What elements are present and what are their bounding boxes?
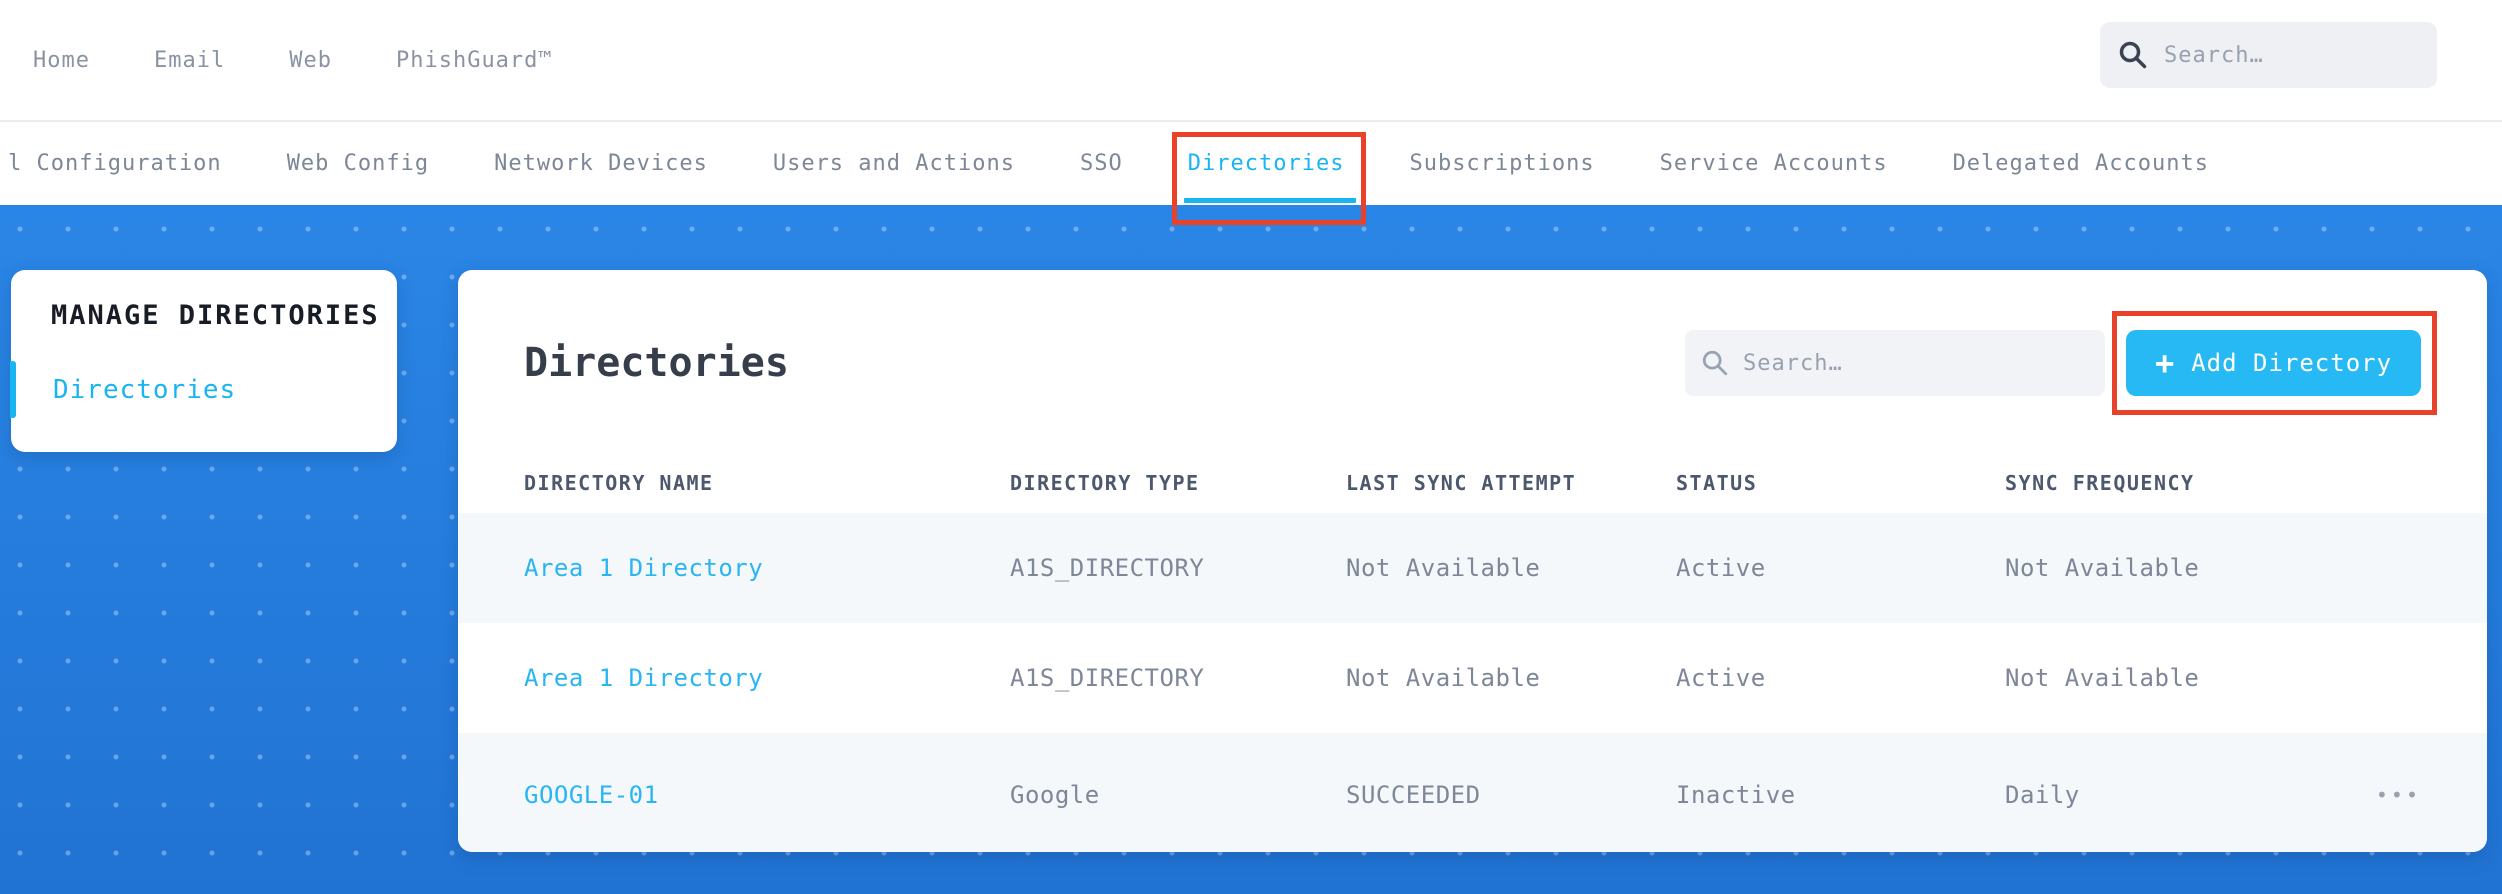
active-tab-underline: [1183, 198, 1357, 203]
directories-search[interactable]: [1685, 330, 2105, 396]
column-header-directory-type: DIRECTORY TYPE: [1010, 471, 1200, 495]
tab-web-config[interactable]: Web Config: [287, 122, 429, 205]
directory-name-link[interactable]: GOOGLE-01: [524, 781, 1010, 809]
tab-service-accounts[interactable]: Service Accounts: [1660, 122, 1888, 205]
status-cell: Active: [1676, 554, 1766, 582]
directories-search-input[interactable]: [1743, 350, 2089, 376]
tab-directories[interactable]: Directories: [1171, 122, 1367, 225]
top-nav-items: Home Email Web PhishGuard™: [0, 48, 553, 73]
directory-type-cell: A1S_DIRECTORY: [1010, 664, 1205, 692]
screen: Home Email Web PhishGuard™ l Configurati…: [0, 0, 2502, 894]
tab-users-and-actions[interactable]: Users and Actions: [773, 122, 1015, 205]
top-nav: Home Email Web PhishGuard™: [0, 0, 2502, 122]
directory-type-cell: Google: [1010, 781, 1100, 809]
nav-item-email[interactable]: Email: [154, 48, 225, 73]
tab-subscriptions[interactable]: Subscriptions: [1409, 122, 1594, 205]
sidebar-title: MANAGE DIRECTORIES: [51, 300, 380, 331]
status-cell: Inactive: [1676, 781, 1796, 809]
column-header-sync-frequency: SYNC FREQUENCY: [2005, 471, 2195, 495]
tab-network-devices[interactable]: Network Devices: [494, 122, 708, 205]
search-icon: [1701, 349, 1729, 377]
directory-name-link[interactable]: Area 1 Directory: [524, 664, 1010, 692]
tab-sso[interactable]: SSO: [1080, 122, 1123, 205]
table-row: Area 1 Directory A1S_DIRECTORY Not Avail…: [458, 623, 2487, 733]
content-area: MANAGE DIRECTORIES Directories Directori…: [0, 205, 2502, 894]
column-header-directory-name: DIRECTORY NAME: [524, 471, 714, 495]
last-sync-attempt-cell: Not Available: [1346, 554, 1541, 582]
section-tab-bar: l Configuration Web Config Network Devic…: [0, 122, 2502, 225]
column-header-status: STATUS: [1676, 471, 1758, 495]
tab-directories-label: Directories: [1187, 151, 1345, 176]
global-search-input[interactable]: [2164, 42, 2419, 68]
directory-name-link[interactable]: Area 1 Directory: [524, 554, 1010, 582]
add-directory-label: Add Directory: [2191, 349, 2393, 377]
sync-frequency-cell: Not Available: [2005, 664, 2200, 692]
directories-panel: Directories + Add Directory: [458, 270, 2487, 852]
panel-header: Directories + Add Directory: [458, 270, 2487, 415]
add-directory-button-wrap: + Add Directory: [2112, 311, 2437, 415]
directory-type-cell: A1S_DIRECTORY: [1010, 554, 1205, 582]
nav-item-web[interactable]: Web: [289, 48, 332, 73]
global-search[interactable]: [2100, 22, 2437, 88]
nav-item-phishguard[interactable]: PhishGuard™: [396, 48, 553, 73]
add-directory-button[interactable]: + Add Directory: [2126, 330, 2421, 396]
page-title: Directories: [524, 340, 789, 386]
row-actions-menu-icon[interactable]: •••: [2330, 783, 2421, 807]
last-sync-attempt-cell: SUCCEEDED: [1346, 781, 1481, 809]
tab-email-configuration[interactable]: l Configuration: [8, 122, 222, 205]
manage-directories-card: MANAGE DIRECTORIES Directories: [10, 270, 397, 452]
table-row: Area 1 Directory A1S_DIRECTORY Not Avail…: [458, 513, 2487, 623]
status-cell: Active: [1676, 664, 1766, 692]
sidebar-item-directories[interactable]: Directories: [10, 361, 397, 418]
nav-item-home[interactable]: Home: [33, 48, 90, 73]
column-header-last-sync-attempt: LAST SYNC ATTEMPT: [1346, 471, 1577, 495]
active-item-indicator: [10, 361, 16, 418]
tab-delegated-accounts[interactable]: Delegated Accounts: [1953, 122, 2209, 205]
last-sync-attempt-cell: Not Available: [1346, 664, 1541, 692]
table-header-row: DIRECTORY NAME DIRECTORY TYPE LAST SYNC …: [458, 396, 2487, 513]
plus-icon: +: [2154, 344, 2176, 382]
sync-frequency-cell: Not Available: [2005, 554, 2200, 582]
table-row: GOOGLE-01 Google SUCCEEDED Inactive Dail…: [458, 733, 2487, 852]
search-icon: [2118, 40, 2148, 70]
sidebar-item-label: Directories: [53, 374, 237, 405]
sync-frequency-cell: Daily: [2005, 781, 2080, 809]
